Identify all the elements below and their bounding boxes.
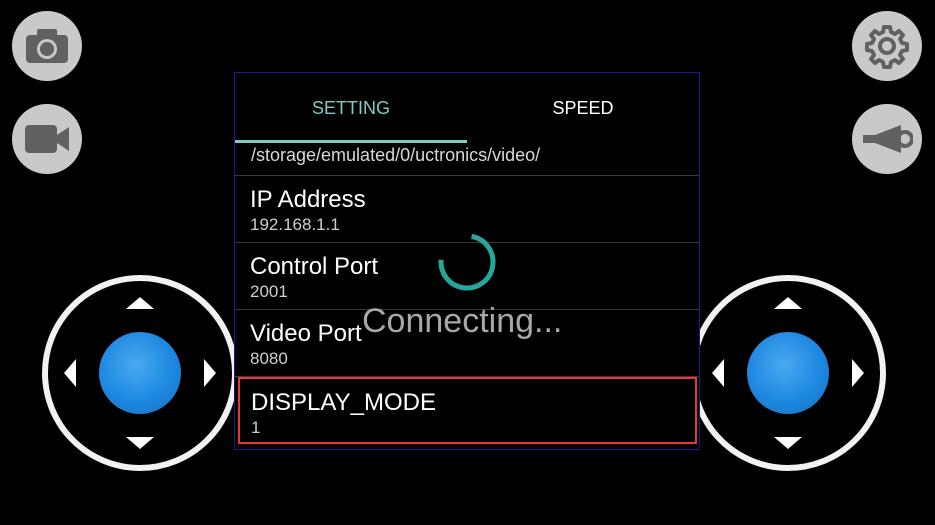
gear-icon xyxy=(865,25,909,69)
video-record-button[interactable] xyxy=(12,104,82,174)
tab-setting[interactable]: SETTING xyxy=(235,73,467,143)
setting-value: 192.168.1.1 xyxy=(250,215,340,234)
settings-button[interactable] xyxy=(852,11,922,81)
setting-label: Video Port xyxy=(250,320,362,347)
left-joystick[interactable] xyxy=(42,275,238,471)
storage-path[interactable]: /storage/emulated/0/uctronics/video/ xyxy=(235,143,699,176)
video-camera-icon xyxy=(25,125,69,153)
arrow-right-icon xyxy=(852,359,864,387)
app-screen: SETTING SPEED /storage/emulated/0/uctron… xyxy=(0,0,935,525)
connecting-message: Connecting... xyxy=(362,302,563,340)
arrow-up-icon xyxy=(126,297,154,309)
camera-icon xyxy=(26,29,68,63)
arrow-down-icon xyxy=(126,437,154,449)
arrow-right-icon xyxy=(204,359,216,387)
arrow-left-icon xyxy=(712,359,724,387)
arrow-left-icon xyxy=(64,359,76,387)
setting-display-mode[interactable]: DISPLAY_MODE 1 xyxy=(238,377,697,444)
arrow-down-icon xyxy=(774,437,802,449)
tab-bar: SETTING SPEED xyxy=(235,73,699,143)
loading-spinner-icon xyxy=(438,233,496,291)
right-joystick[interactable] xyxy=(690,275,886,471)
setting-label: DISPLAY_MODE xyxy=(251,389,436,416)
settings-list: /storage/emulated/0/uctronics/video/ IP … xyxy=(235,143,699,444)
setting-value: 2001 xyxy=(250,282,288,301)
setting-label: IP Address xyxy=(250,186,366,213)
horn-icon xyxy=(863,125,913,153)
camera-button[interactable] xyxy=(12,11,82,81)
left-joystick-knob[interactable] xyxy=(99,332,181,414)
horn-button[interactable] xyxy=(852,104,922,174)
right-joystick-knob[interactable] xyxy=(747,332,829,414)
setting-label: Control Port xyxy=(250,253,379,280)
tab-speed[interactable]: SPEED xyxy=(467,73,699,143)
setting-value: 1 xyxy=(251,418,261,437)
arrow-up-icon xyxy=(774,297,802,309)
setting-value: 8080 xyxy=(250,349,288,368)
